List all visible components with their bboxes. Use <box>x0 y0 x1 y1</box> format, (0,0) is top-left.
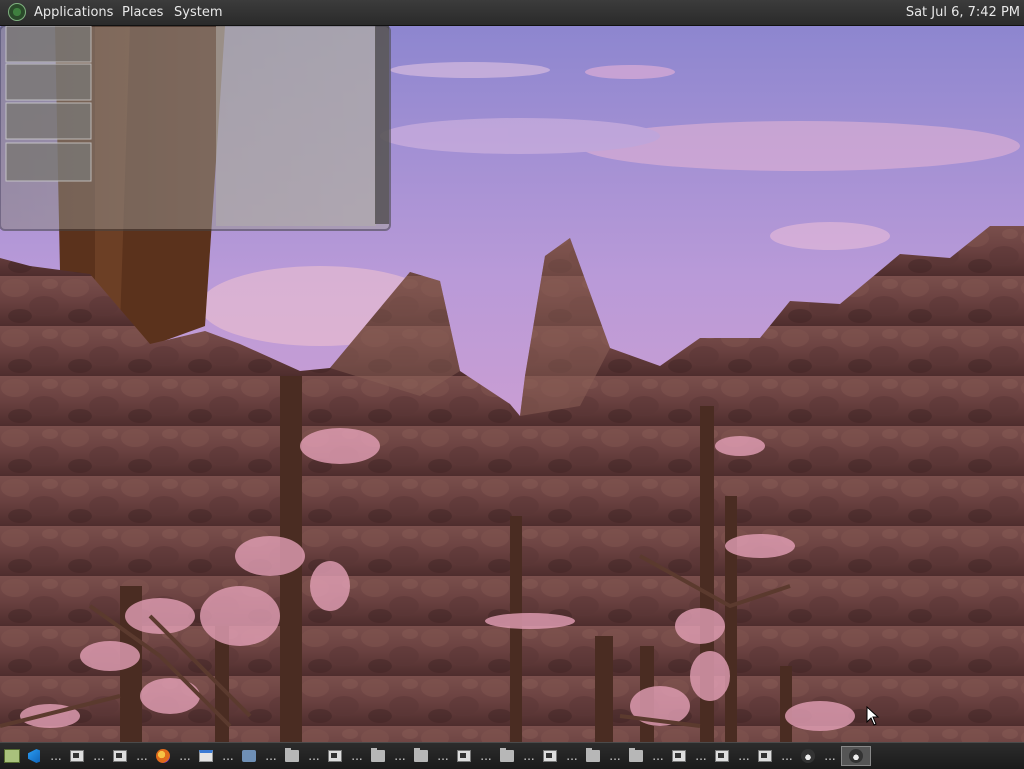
folder-icon <box>414 748 428 762</box>
taskbar-item[interactable] <box>669 746 689 766</box>
folder-icon <box>500 748 514 762</box>
taskbar-item-label[interactable]: ... <box>46 746 66 766</box>
taskbar-item[interactable] <box>411 746 431 766</box>
window-icon <box>199 750 213 762</box>
terminal-icon <box>328 750 342 762</box>
taskbar-item[interactable] <box>368 746 388 766</box>
vscode-icon <box>28 749 40 763</box>
taskbar-item-label[interactable]: ... <box>734 746 754 766</box>
monkey-icon <box>849 749 863 763</box>
folder-icon <box>629 748 643 762</box>
places-menu[interactable]: Places <box>122 4 163 21</box>
hud-panel <box>0 26 391 231</box>
taskbar-item-label[interactable]: ... <box>820 746 840 766</box>
taskbar-item[interactable] <box>454 746 474 766</box>
taskbar-item[interactable] <box>583 746 603 766</box>
distro-logo-icon[interactable] <box>8 3 26 21</box>
taskbar-item-label[interactable]: ... <box>261 746 281 766</box>
game-scene <box>0 26 1024 742</box>
taskbar-item[interactable] <box>798 746 818 766</box>
terminal-icon <box>457 750 471 762</box>
taskbar-item[interactable] <box>325 746 345 766</box>
taskbar-item[interactable] <box>497 746 517 766</box>
terminal-icon <box>543 750 557 762</box>
folder-icon <box>586 748 600 762</box>
monkey-icon <box>801 749 815 763</box>
taskbar-item[interactable] <box>282 746 302 766</box>
taskbar-item[interactable] <box>540 746 560 766</box>
top-panel: Applications Places System Sat Jul 6, 7:… <box>0 0 1024 26</box>
taskbar-item-label[interactable]: ... <box>476 746 496 766</box>
taskbar-item-label[interactable]: ... <box>390 746 410 766</box>
network-icon <box>242 750 256 762</box>
taskbar-item[interactable] <box>196 746 216 766</box>
taskbar-item-label[interactable]: ... <box>777 746 797 766</box>
terminal-icon <box>113 750 127 762</box>
taskbar-item[interactable] <box>67 746 87 766</box>
terminal-icon <box>715 750 729 762</box>
taskbar-item-label[interactable]: ... <box>562 746 582 766</box>
mouse-cursor-icon <box>866 706 880 726</box>
taskbar-item-label[interactable]: ... <box>175 746 195 766</box>
taskbar: ........................................… <box>0 742 1024 769</box>
taskbar-item[interactable] <box>755 746 775 766</box>
taskbar-item-label[interactable]: ... <box>605 746 625 766</box>
folder-icon <box>285 748 299 762</box>
folder-icon <box>371 748 385 762</box>
taskbar-item-label[interactable]: ... <box>89 746 109 766</box>
firefox-icon <box>156 749 170 763</box>
taskbar-item-label[interactable]: ... <box>433 746 453 766</box>
taskbar-item-label[interactable]: ... <box>691 746 711 766</box>
taskbar-item-label[interactable]: ... <box>519 746 539 766</box>
taskbar-item[interactable] <box>239 746 259 766</box>
taskbar-item[interactable] <box>153 746 173 766</box>
taskbar-item-label[interactable]: ... <box>218 746 238 766</box>
taskbar-item-label[interactable]: ... <box>304 746 324 766</box>
task-list: ........................................… <box>2 746 873 766</box>
taskbar-item-label[interactable]: ... <box>648 746 668 766</box>
taskbar-item[interactable] <box>110 746 130 766</box>
terminal-icon <box>758 750 772 762</box>
system-menu[interactable]: System <box>174 4 222 21</box>
taskbar-item-label[interactable]: ... <box>347 746 367 766</box>
applications-menu[interactable]: Applications <box>34 4 113 21</box>
taskbar-item[interactable] <box>2 746 22 766</box>
taskbar-item[interactable] <box>24 746 44 766</box>
file-manager-icon <box>4 749 20 763</box>
terminal-icon <box>672 750 686 762</box>
terminal-icon <box>70 750 84 762</box>
clock[interactable]: Sat Jul 6, 7:42 PM <box>906 4 1020 21</box>
game-viewport[interactable] <box>0 26 1024 742</box>
taskbar-item-label[interactable]: ... <box>132 746 152 766</box>
taskbar-item[interactable] <box>626 746 646 766</box>
taskbar-item[interactable] <box>841 746 871 766</box>
taskbar-item[interactable] <box>712 746 732 766</box>
